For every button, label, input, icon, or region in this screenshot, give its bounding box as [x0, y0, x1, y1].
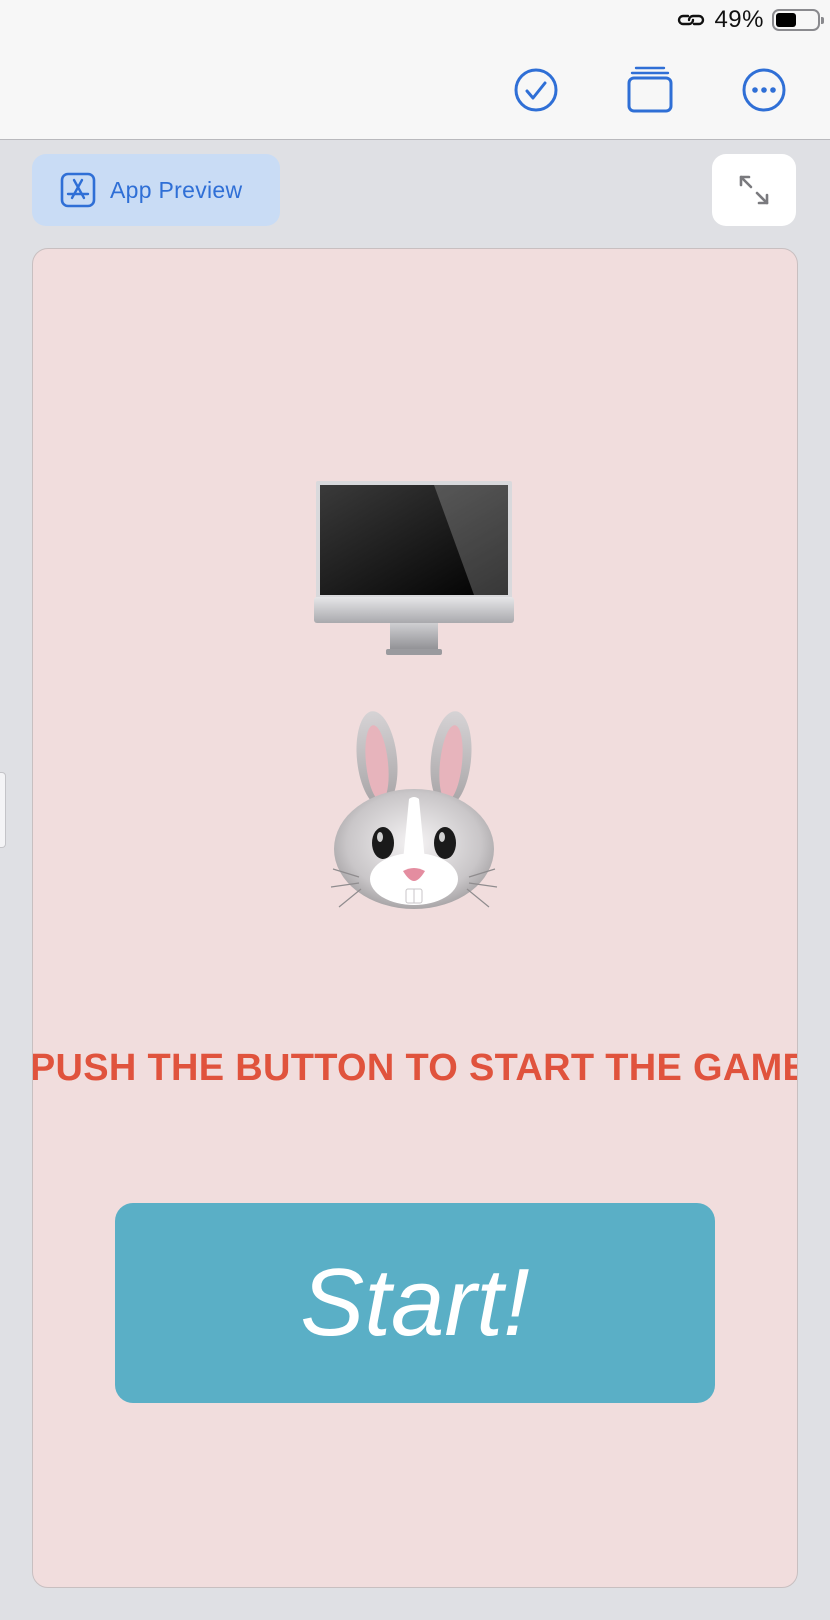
ellipsis-circle-icon	[742, 68, 786, 112]
battery-percent: 49%	[714, 6, 764, 33]
top-bar: 49%	[0, 0, 830, 140]
link-icon	[678, 14, 705, 26]
windows-button[interactable]	[626, 66, 674, 114]
start-button[interactable]: Start!	[115, 1203, 715, 1403]
app-preview-label: App Preview	[110, 176, 243, 203]
app-store-icon	[60, 172, 96, 208]
rabbit-face-emoji	[330, 711, 498, 909]
checkmark-circle-icon	[514, 68, 558, 112]
battery-icon	[772, 9, 824, 31]
status-bar: 49%	[676, 6, 824, 34]
more-button[interactable]	[740, 66, 788, 114]
app-preview-canvas: PUSH THE BUTTON TO START THE GAME Start!	[32, 248, 798, 1588]
stacked-windows-icon	[627, 66, 673, 113]
start-prompt-text: PUSH THE BUTTON TO START THE GAME	[32, 1047, 798, 1089]
battery-level	[776, 13, 796, 27]
desktop-computer-emoji	[314, 481, 514, 655]
expand-button[interactable]	[712, 154, 796, 226]
expand-arrows-icon	[739, 175, 769, 205]
sidebar-handle[interactable]	[0, 772, 6, 848]
app-preview-button[interactable]: App Preview	[32, 154, 280, 226]
checkmark-button[interactable]	[512, 66, 560, 114]
